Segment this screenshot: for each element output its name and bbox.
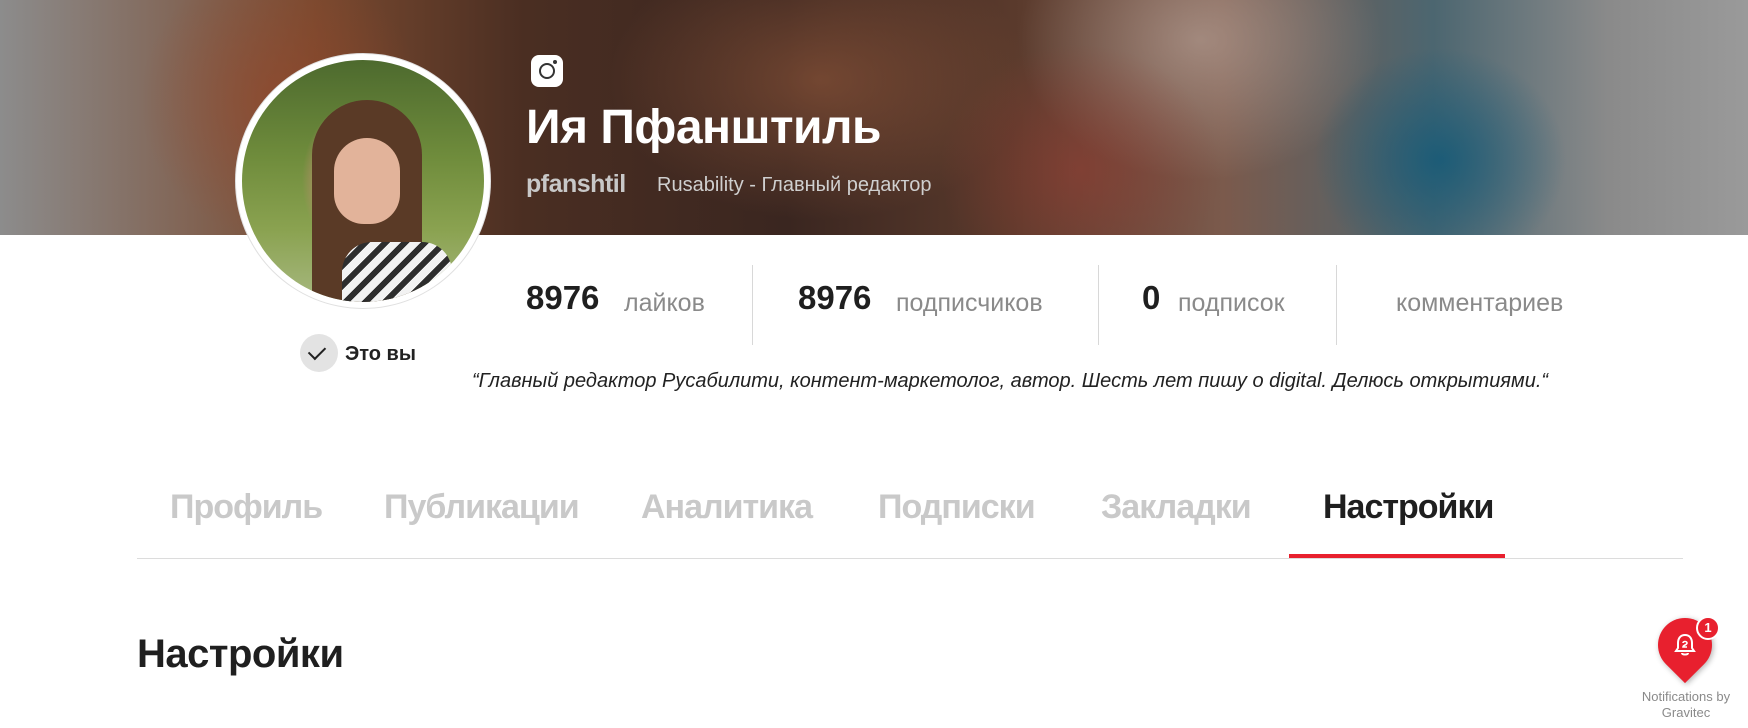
avatar-photo <box>242 60 484 302</box>
stat-divider <box>752 265 753 345</box>
tab-bookmarks[interactable]: Закладки <box>1101 488 1252 527</box>
tab-settings[interactable]: Настройки <box>1323 488 1494 527</box>
tab-profile[interactable]: Профиль <box>170 488 323 527</box>
profile-username: pfanshtil <box>526 170 626 198</box>
notifications-button[interactable]: 1 <box>1646 606 1724 688</box>
profile-name: Ия Пфанштиль <box>526 101 882 154</box>
gravitec-caption-line1: Notifications by <box>1641 689 1731 704</box>
tab-publications[interactable]: Публикации <box>384 488 580 527</box>
stat-following-label: подписок <box>1178 289 1285 317</box>
stat-followers-value: 8976 <box>798 279 872 316</box>
gravitec-caption-line2: Gravitec <box>1661 705 1711 720</box>
instagram-icon[interactable] <box>531 55 563 87</box>
profile-company: Rusability - Главный редактор <box>657 174 932 196</box>
stat-divider <box>1336 265 1337 345</box>
avatar[interactable] <box>236 54 490 308</box>
stat-divider <box>1098 265 1099 345</box>
section-title: Настройки <box>137 632 344 676</box>
active-tab-indicator <box>1289 554 1505 558</box>
stat-following-value: 0 <box>1142 279 1161 316</box>
profile-bio: “Главный редактор Русабилити, контент-ма… <box>472 370 1549 392</box>
profile-tabs: Профиль Публикации Аналитика Подписки За… <box>137 480 1683 559</box>
check-icon <box>300 334 338 372</box>
its-you-label: Это вы <box>345 343 416 365</box>
stat-likes-label: лайков <box>624 289 705 317</box>
stat-likes-value: 8976 <box>526 279 600 316</box>
gravitec-caption: Notifications by Gravitec <box>1630 689 1742 721</box>
stat-comments-label: комментариев <box>1396 289 1564 317</box>
bell-icon <box>1674 633 1696 656</box>
notification-badge: 1 <box>1696 616 1720 640</box>
tab-analytics[interactable]: Аналитика <box>641 488 813 527</box>
tab-subscriptions[interactable]: Подписки <box>878 488 1036 527</box>
stat-followers-label: подписчиков <box>896 289 1043 317</box>
